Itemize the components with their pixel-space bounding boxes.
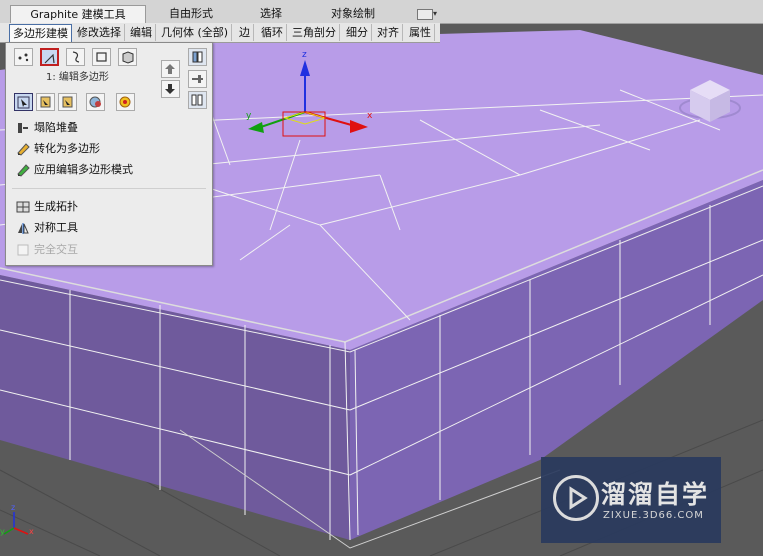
show-cage-icon (191, 94, 203, 106)
show-end-result-icon (192, 51, 203, 63)
play-logo-icon (553, 475, 599, 521)
subtab-loops[interactable]: 循环 (258, 24, 287, 41)
select-by-angle-button[interactable] (58, 93, 77, 111)
polygon-modeling-panel: 1: 编辑多边形 塌陷堆叠 转化为多边形 应用编辑多边形模式 生成拓扑 对称工具… (5, 42, 213, 266)
generate-topology-label: 生成拓扑 (34, 200, 78, 213)
stack-level-label: 1: 编辑多边形 (46, 72, 109, 83)
next-modifier-button[interactable] (161, 80, 180, 98)
generate-topology-item[interactable]: 生成拓扑 (16, 199, 78, 215)
watermark-logo: 溜溜自学 ZIXUE.3D66.COM (541, 457, 721, 543)
cursor-select-icon (17, 96, 30, 109)
watermark-title: 溜溜自学 (601, 480, 710, 509)
vertex-mode-button[interactable] (14, 48, 33, 66)
ribbon-dropdown-arrow-icon[interactable]: ▾ (433, 9, 437, 18)
full-interactivity-checkbox[interactable]: 完全交互 (16, 242, 78, 258)
nurms-icon (119, 96, 131, 108)
symmetry-tools-icon (18, 223, 29, 234)
world-axis-z-label: z (11, 503, 15, 512)
subtab-subdivision[interactable]: 细分 (343, 24, 372, 41)
soft-selection-icon (89, 96, 101, 108)
collapse-stack-label: 塌陷堆叠 (34, 121, 78, 134)
tab-freeform[interactable]: 自由形式 (158, 5, 224, 22)
world-axis-x-label: x (29, 527, 34, 536)
world-axis-y-label: y (0, 527, 5, 536)
select-object-button[interactable] (14, 93, 33, 111)
apply-edit-poly-mode-item[interactable]: 应用编辑多边形模式 (16, 162, 133, 178)
pin-icon (192, 75, 203, 83)
element-icon (122, 51, 134, 64)
generate-topology-icon (16, 201, 30, 213)
symmetry-tools-label: 对称工具 (34, 221, 78, 234)
element-mode-button[interactable] (118, 48, 137, 66)
tab-object-paint[interactable]: 对象绘制 (318, 5, 388, 22)
apply-edit-poly-label: 应用编辑多边形模式 (34, 163, 133, 176)
backface-icon (40, 96, 51, 108)
angle-select-icon (62, 96, 73, 108)
convert-to-poly-item[interactable]: 转化为多边形 (16, 141, 100, 157)
watermark-url: ZIXUE.3D66.COM (603, 510, 704, 521)
panel-divider (12, 188, 206, 189)
show-cage-button[interactable] (188, 91, 207, 109)
use-nurms-button[interactable] (116, 93, 135, 111)
convert-to-poly-label: 转化为多边形 (34, 142, 100, 155)
checkbox-icon (17, 244, 29, 256)
apply-edit-poly-icon (17, 164, 30, 177)
ribbon-panel-tabs: 多边形建模 修改选择 编辑 几何体 (全部) 边 循环 三角剖分 细分 对齐 属… (0, 23, 440, 43)
show-end-result-button[interactable] (188, 48, 207, 66)
arrow-up-icon (165, 64, 175, 74)
subtab-align[interactable]: 对齐 (374, 24, 403, 41)
gizmo-y-label: y (246, 111, 252, 121)
polygon-icon (96, 52, 107, 62)
edge-mode-button[interactable] (40, 48, 59, 66)
polygon-mode-button[interactable] (92, 48, 111, 66)
collapse-stack-item[interactable]: 塌陷堆叠 (16, 120, 78, 136)
border-icon (72, 51, 80, 63)
border-mode-button[interactable] (66, 48, 85, 66)
ignore-backfacing-button[interactable] (36, 93, 55, 111)
edge-icon (44, 53, 55, 64)
subtab-geometry-all[interactable]: 几何体 (全部) (158, 24, 233, 41)
soft-selection-button[interactable] (86, 93, 105, 111)
subtab-edit[interactable]: 编辑 (127, 24, 156, 41)
ribbon-options-dropdown[interactable] (417, 9, 433, 20)
previous-modifier-button[interactable] (161, 60, 180, 78)
symmetry-tools-item[interactable]: 对称工具 (16, 220, 78, 236)
gizmo-z-label: z (302, 50, 307, 60)
gizmo-x-label: x (367, 111, 373, 121)
vertex-icon (18, 53, 29, 62)
full-interactivity-label: 完全交互 (34, 243, 78, 256)
subtab-properties[interactable]: 属性 (406, 24, 435, 41)
collapse-stack-icon (18, 123, 28, 133)
convert-to-poly-icon (17, 143, 30, 156)
arrow-down-icon (165, 84, 175, 94)
subtab-polygon-modeling[interactable]: 多边形建模 (9, 24, 72, 43)
subtab-modify-selection[interactable]: 修改选择 (74, 24, 125, 41)
tab-selection[interactable]: 选择 (248, 5, 294, 22)
graphite-ribbon: Graphite 建模工具 自由形式 选择 对象绘制 ▾ (0, 0, 763, 24)
tab-graphite-modeling[interactable]: Graphite 建模工具 (10, 5, 146, 23)
subtab-edges[interactable]: 边 (236, 24, 254, 41)
subtab-tris[interactable]: 三角剖分 (289, 24, 340, 41)
pin-stack-button[interactable] (188, 70, 207, 88)
